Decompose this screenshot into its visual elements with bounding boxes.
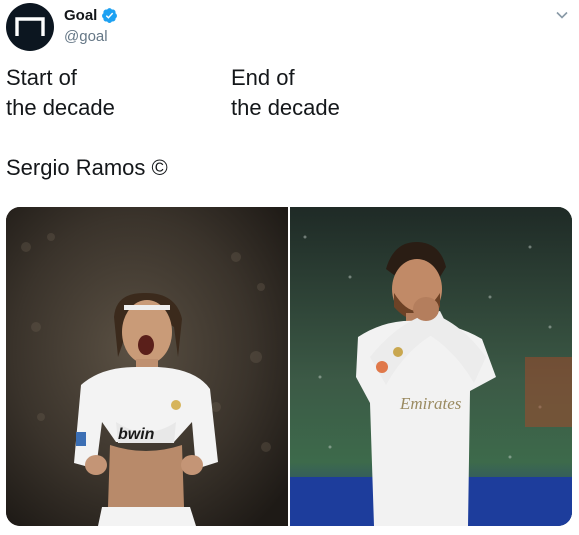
text-line: End of [231, 65, 295, 90]
text-line: the decade [231, 95, 340, 120]
text-column-end: End of the decade [231, 63, 340, 123]
goal-logo-icon [15, 17, 45, 36]
text-line: the decade [6, 95, 115, 120]
jersey-sponsor-text: bwin [118, 426, 155, 443]
tweet-header: Goal @goal [0, 0, 579, 60]
handle[interactable]: @goal [64, 28, 108, 45]
display-name[interactable]: Goal [64, 7, 97, 24]
ramos-end-decade-photo[interactable]: Emirates [290, 207, 572, 526]
avatar[interactable] [6, 3, 54, 51]
media-grid: bwin Emirates [6, 207, 572, 526]
jersey-sponsor-text: Emirates [399, 394, 462, 413]
verified-badge-icon [102, 8, 118, 23]
text-line: Start of [6, 65, 77, 90]
text-column-start: Start of the decade [6, 63, 115, 123]
ramos-start-decade-photo[interactable]: bwin [6, 207, 288, 526]
tweet-footer-text: Sergio Ramos © [6, 155, 168, 180]
chevron-down-icon[interactable] [555, 8, 569, 22]
name-row: Goal [64, 7, 118, 24]
